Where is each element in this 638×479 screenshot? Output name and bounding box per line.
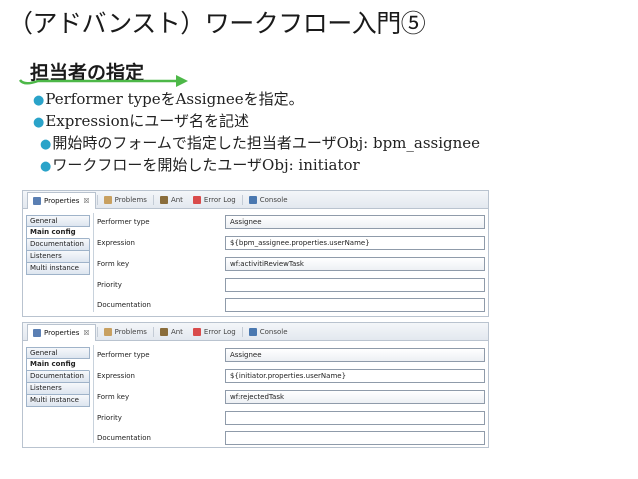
bullet-performer-type: ●Performer typeをAssigneeを指定。 xyxy=(33,88,304,109)
tab-console[interactable]: Console xyxy=(244,324,293,340)
bullet-text: ワークフローを開始したユーザObj: initiator xyxy=(52,156,360,174)
close-icon[interactable]: ☒ xyxy=(83,329,89,337)
bullet-initiator: ●ワークフローを開始したユーザObj: initiator xyxy=(40,154,360,175)
expression-row: Expression ${initiator.properties.userNam… xyxy=(94,367,485,386)
documentation-input[interactable] xyxy=(225,298,485,312)
sidebar-item-general[interactable]: General xyxy=(26,347,90,359)
tab-properties[interactable]: Properties ☒ xyxy=(27,323,96,341)
problems-icon xyxy=(103,195,112,204)
problems-icon xyxy=(103,327,112,336)
field-label: Form key xyxy=(97,393,130,401)
console-icon xyxy=(248,195,257,204)
properties-panel-initiator: Properties ☒ Problems Ant Error Log Conso… xyxy=(22,322,489,448)
main-config-form: Performer type Assignee Expression ${bpm_a… xyxy=(93,213,485,312)
bullet-assignee: ●開始時のフォームで指定した担当者ユーザObj: bpm_assignee xyxy=(40,132,480,153)
documentation-row: Documentation xyxy=(94,429,485,448)
tab-label: Properties xyxy=(44,196,80,205)
main-config-form: Performer type Assignee Expression ${initi… xyxy=(93,345,485,445)
properties-panel-assignee: Properties ☒ Problems Ant Error Log Conso… xyxy=(22,190,489,317)
expression-input[interactable]: ${bpm_assignee.properties.userName} xyxy=(225,236,485,250)
tab-label: Problems xyxy=(114,327,147,336)
error-log-icon xyxy=(192,327,201,336)
priority-input[interactable] xyxy=(225,411,485,425)
view-tabbar: Properties ☒ Problems Ant Error Log Conso… xyxy=(23,191,488,209)
field-label: Form key xyxy=(97,260,130,268)
sidebar-item-documentation[interactable]: Documentation xyxy=(26,239,90,251)
sidebar-item-main-config[interactable]: Main config xyxy=(26,227,90,239)
tab-label: Console xyxy=(259,327,288,336)
form-key-select[interactable]: wf:activitiReviewTask xyxy=(225,257,485,271)
sidebar-item-general[interactable]: General xyxy=(26,215,90,227)
field-label: Priority xyxy=(97,281,122,289)
field-label: Performer type xyxy=(97,218,150,226)
bullet-dot-icon: ● xyxy=(33,115,45,130)
field-label: Documentation xyxy=(97,301,151,309)
property-sections: General Main config Documentation Listen… xyxy=(26,215,90,275)
sidebar-item-listeners[interactable]: Listeners xyxy=(26,251,90,263)
slide-title: （アドバンスト）ワークフロー入門⑤ xyxy=(8,9,426,38)
bullet-dot-icon: ● xyxy=(40,159,52,174)
field-label: Performer type xyxy=(97,351,150,359)
tab-problems[interactable]: Problems xyxy=(99,324,152,340)
priority-input[interactable] xyxy=(225,278,485,292)
tab-label: Ant xyxy=(170,195,183,204)
tab-label: Console xyxy=(259,195,288,204)
performer-type-row: Performer type Assignee xyxy=(94,213,485,232)
console-icon xyxy=(248,327,257,336)
tab-label: Error Log xyxy=(203,327,236,336)
ant-icon xyxy=(159,195,168,204)
tab-properties[interactable]: Properties ☒ xyxy=(27,191,96,209)
error-log-icon xyxy=(192,195,201,204)
bullet-dot-icon: ● xyxy=(33,93,45,108)
bullet-text: Performer typeをAssigneeを指定。 xyxy=(45,90,304,108)
property-sections: General Main config Documentation Listen… xyxy=(26,347,90,407)
bullet-dot-icon: ● xyxy=(40,137,52,152)
underline-arrow-icon xyxy=(18,75,188,87)
field-label: Priority xyxy=(97,414,122,422)
expression-input[interactable]: ${initiator.properties.userName} xyxy=(225,369,485,383)
tab-label: Properties xyxy=(44,328,80,337)
close-icon[interactable]: ☒ xyxy=(83,197,89,205)
bullet-expression: ●Expressionにユーザ名を記述 xyxy=(33,110,249,131)
expression-row: Expression ${bpm_assignee.properties.user… xyxy=(94,234,485,253)
form-key-row: Form key wf:rejectedTask xyxy=(94,388,485,407)
sidebar-item-documentation[interactable]: Documentation xyxy=(26,371,90,383)
documentation-row: Documentation xyxy=(94,296,485,315)
bullet-text: 開始時のフォームで指定した担当者ユーザObj: bpm_assignee xyxy=(52,134,481,152)
sidebar-item-multi-instance[interactable]: Multi instance xyxy=(26,263,90,275)
performer-type-select[interactable]: Assignee xyxy=(225,215,485,229)
tab-error-log[interactable]: Error Log xyxy=(188,192,241,208)
form-key-row: Form key wf:activitiReviewTask xyxy=(94,255,485,274)
performer-type-select[interactable]: Assignee xyxy=(225,348,485,362)
tab-error-log[interactable]: Error Log xyxy=(188,324,241,340)
field-label: Expression xyxy=(97,372,135,380)
priority-row: Priority xyxy=(94,276,485,295)
bullet-text: Expressionにユーザ名を記述 xyxy=(45,112,249,130)
documentation-input[interactable] xyxy=(225,431,485,445)
priority-row: Priority xyxy=(94,409,485,428)
tab-problems[interactable]: Problems xyxy=(99,192,152,208)
tab-label: Ant xyxy=(170,327,183,336)
tab-console[interactable]: Console xyxy=(244,192,293,208)
field-label: Documentation xyxy=(97,434,151,442)
sidebar-item-main-config[interactable]: Main config xyxy=(26,359,90,371)
performer-type-row: Performer type Assignee xyxy=(94,346,485,365)
ant-icon xyxy=(159,327,168,336)
form-key-select[interactable]: wf:rejectedTask xyxy=(225,390,485,404)
properties-icon xyxy=(33,328,41,337)
properties-icon xyxy=(33,196,41,205)
tab-ant[interactable]: Ant xyxy=(155,192,188,208)
tab-ant[interactable]: Ant xyxy=(155,324,188,340)
sidebar-item-listeners[interactable]: Listeners xyxy=(26,383,90,395)
sidebar-item-multi-instance[interactable]: Multi instance xyxy=(26,395,90,407)
field-label: Expression xyxy=(97,239,135,247)
view-tabbar: Properties ☒ Problems Ant Error Log Conso… xyxy=(23,323,488,341)
tab-label: Error Log xyxy=(203,195,236,204)
tab-label: Problems xyxy=(114,195,147,204)
